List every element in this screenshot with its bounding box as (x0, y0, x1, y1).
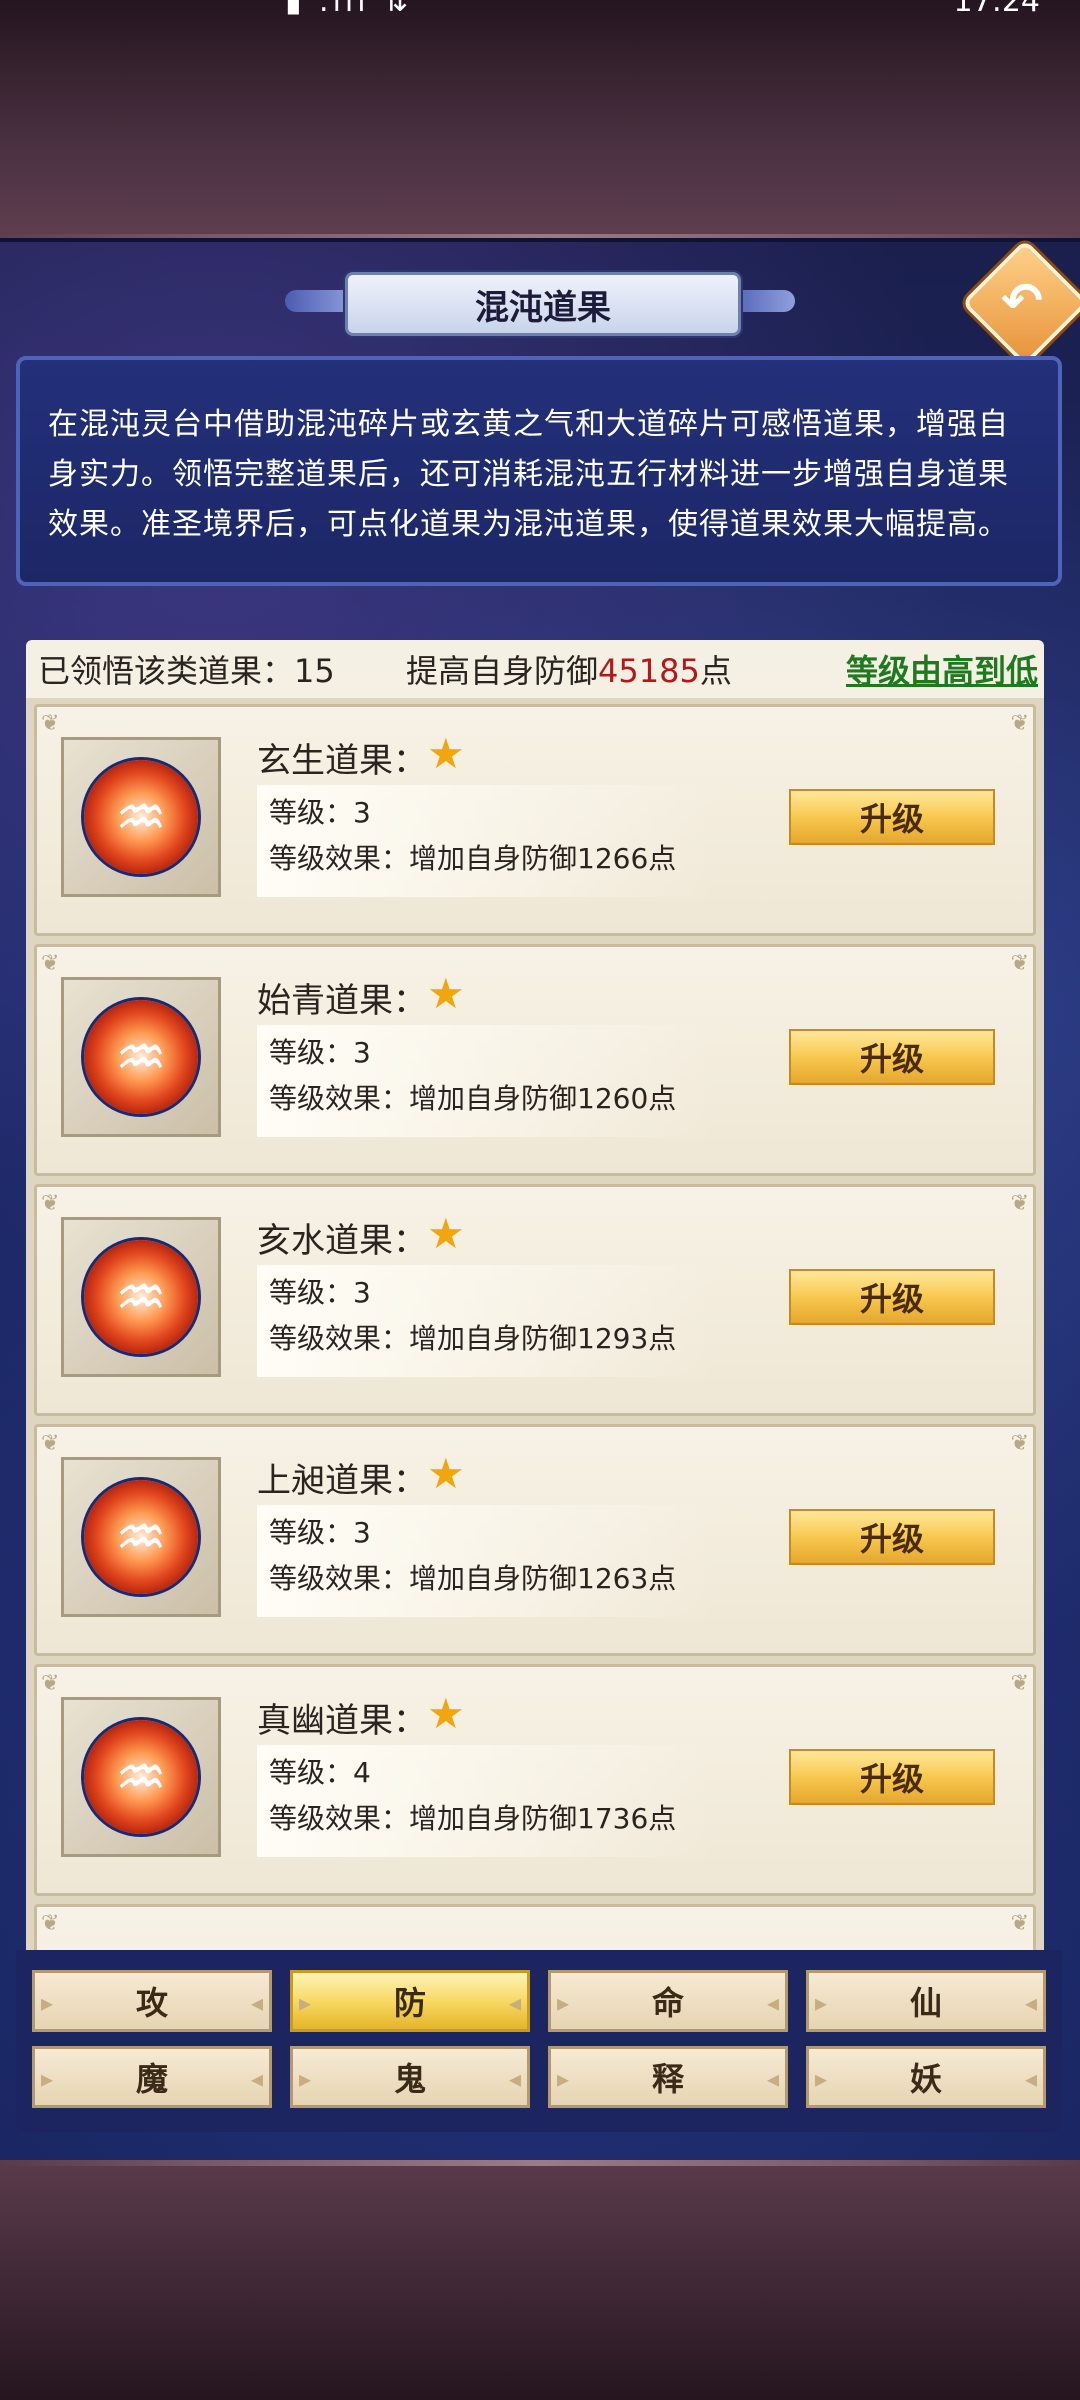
daoguo-name: 玄生道果： (257, 741, 427, 781)
dragon-glyph-icon: ♒ (115, 1263, 167, 1331)
daoguo-name: 始青道果： (257, 981, 427, 1021)
daoguo-effect: 等级效果：增加自身防御1260点 (269, 1082, 677, 1115)
daoguo-stats: 等级：3 等级效果：增加自身防御1266点 (257, 785, 717, 897)
upgrade-button[interactable]: 升级 (789, 789, 995, 845)
daoguo-card: ❦ ❦ ♒ 上昶道果： ★ 等级：3 等级效果：增加自身防御1263点 升级 (34, 1424, 1036, 1656)
tab-buddha[interactable]: ▸ 释 ◂ (548, 2046, 788, 2108)
corner-ornament-icon: ❦ (1010, 951, 1029, 976)
daoguo-level: 等级：3 (269, 1276, 371, 1309)
sort-toggle[interactable]: 等级由高到低 (846, 646, 1038, 692)
daoguo-icon-frame[interactable]: ♒ (61, 1697, 221, 1857)
daoguo-card: ❦ ❦ ♒ 真幽道果： ★ 等级：4 等级效果：增加自身防御1736点 升级 (34, 1664, 1036, 1896)
signal-icons: ▮ .ıll ⇅ (285, 0, 413, 18)
bottom-background (0, 2160, 1080, 2400)
daoguo-card-partial: ❦ ❦ (34, 1904, 1036, 1950)
daoguo-name: 真幽道果： (257, 1701, 427, 1741)
daoguo-icon-frame[interactable]: ♒ (61, 1217, 221, 1377)
daoguo-card: ❦ ❦ ♒ 始青道果： ★ 等级：3 等级效果：增加自身防御1260点 升级 (34, 944, 1036, 1176)
daoguo-level: 等级：4 (269, 1756, 371, 1789)
star-icon: ★ (427, 1449, 465, 1498)
daoguo-name: 亥水道果： (257, 1221, 427, 1261)
corner-ornament-icon: ❦ (41, 1671, 60, 1696)
tab-ghost[interactable]: ▸ 鬼 ◂ (290, 2046, 530, 2108)
corner-ornament-icon: ❦ (41, 711, 60, 736)
daoguo-name: 上昶道果： (257, 1461, 427, 1501)
daoguo-level: 等级：3 (269, 1516, 371, 1549)
corner-ornament-icon: ❦ (1010, 1671, 1029, 1696)
clock: 17:24 (953, 0, 1040, 18)
category-tabs: ▸ 攻 ◂ ▸ 防 ◂ ▸ 命 ◂ ▸ 仙 ◂ ▸ 魔 ◂ ▸ 鬼 ◂ ▸ 释 ◂ ▸ 妖 ◂ (16, 1950, 1062, 2132)
corner-ornament-icon: ❦ (1010, 711, 1029, 736)
upgrade-button[interactable]: 升级 (789, 1029, 995, 1085)
info-bar: 已领悟该类道果：15 提高自身防御45185点 等级由高到低 (26, 640, 1044, 698)
daoguo-stats: 等级：3 等级效果：增加自身防御1263点 (257, 1505, 717, 1617)
page-title: 混沌道果 (345, 272, 741, 336)
upgrade-button[interactable]: 升级 (789, 1269, 995, 1325)
tab-demon[interactable]: ▸ 魔 ◂ (32, 2046, 272, 2108)
daoguo-stats: 等级：4 等级效果：增加自身防御1736点 (257, 1745, 717, 1857)
status-bar: ▮ .ıll ⇅ 17:24 (0, 0, 1080, 18)
daoguo-list: ❦ ❦ ♒ 玄生道果： ★ 等级：3 等级效果：增加自身防御1266点 升级 ❦… (26, 698, 1044, 1950)
daoguo-effect: 等级效果：增加自身防御1266点 (269, 842, 677, 875)
dragon-glyph-icon: ♒ (115, 783, 167, 851)
upgrade-button[interactable]: 升级 (789, 1509, 995, 1565)
corner-ornament-icon: ❦ (41, 1191, 60, 1216)
tab-attack[interactable]: ▸ 攻 ◂ (32, 1970, 272, 2032)
daoguo-icon-frame[interactable]: ♒ (61, 1457, 221, 1617)
back-icon[interactable]: ↶ (981, 260, 1063, 342)
corner-ornament-icon: ❦ (41, 951, 60, 976)
daoguo-icon-frame[interactable]: ♒ (61, 977, 221, 1137)
upgrade-button[interactable]: 升级 (789, 1749, 995, 1805)
daoguo-effect: 等级效果：增加自身防御1263点 (269, 1562, 677, 1595)
daoguo-level: 等级：3 (269, 1036, 371, 1069)
daoguo-effect: 等级效果：增加自身防御1736点 (269, 1802, 677, 1835)
daoguo-stats: 等级：3 等级效果：增加自身防御1293点 (257, 1265, 717, 1377)
tab-immortal[interactable]: ▸ 仙 ◂ (806, 1970, 1046, 2032)
daoguo-card: ❦ ❦ ♒ 亥水道果： ★ 等级：3 等级效果：增加自身防御1293点 升级 (34, 1184, 1036, 1416)
star-icon: ★ (427, 1689, 465, 1738)
corner-ornament-icon: ❦ (1010, 1191, 1029, 1216)
bottom-divider (0, 2160, 1080, 2166)
corner-ornament-icon: ❦ (1010, 1431, 1029, 1456)
corner-ornament-icon: ❦ (41, 1911, 60, 1936)
tab-defense[interactable]: ▸ 防 ◂ (290, 1970, 530, 2032)
dragon-glyph-icon: ♒ (115, 1023, 167, 1091)
corner-ornament-icon: ❦ (1010, 1911, 1029, 1936)
description-text: 在混沌灵台中借助混沌碎片或玄黄之气和大道碎片可感悟道果，增强自身实力。领悟完整道… (16, 356, 1062, 586)
daoguo-icon-frame[interactable]: ♒ (61, 737, 221, 897)
tab-monster[interactable]: ▸ 妖 ◂ (806, 2046, 1046, 2108)
daoguo-effect: 等级效果：增加自身防御1293点 (269, 1322, 677, 1355)
defense-boost-value: 45185 (598, 652, 700, 690)
tab-life[interactable]: ▸ 命 ◂ (548, 1970, 788, 2032)
star-icon: ★ (427, 1209, 465, 1258)
learned-count: 已领悟该类道果：15 (38, 652, 335, 690)
daoguo-level: 等级：3 (269, 796, 371, 829)
defense-boost: 提高自身防御45185点 (406, 652, 732, 690)
star-icon: ★ (427, 969, 465, 1018)
dragon-glyph-icon: ♒ (115, 1503, 167, 1571)
dragon-glyph-icon: ♒ (115, 1743, 167, 1811)
star-icon: ★ (427, 729, 465, 778)
corner-ornament-icon: ❦ (41, 1431, 60, 1456)
daoguo-card: ❦ ❦ ♒ 玄生道果： ★ 等级：3 等级效果：增加自身防御1266点 升级 (34, 704, 1036, 936)
daoguo-stats: 等级：3 等级效果：增加自身防御1260点 (257, 1025, 717, 1137)
top-background (0, 0, 1080, 238)
